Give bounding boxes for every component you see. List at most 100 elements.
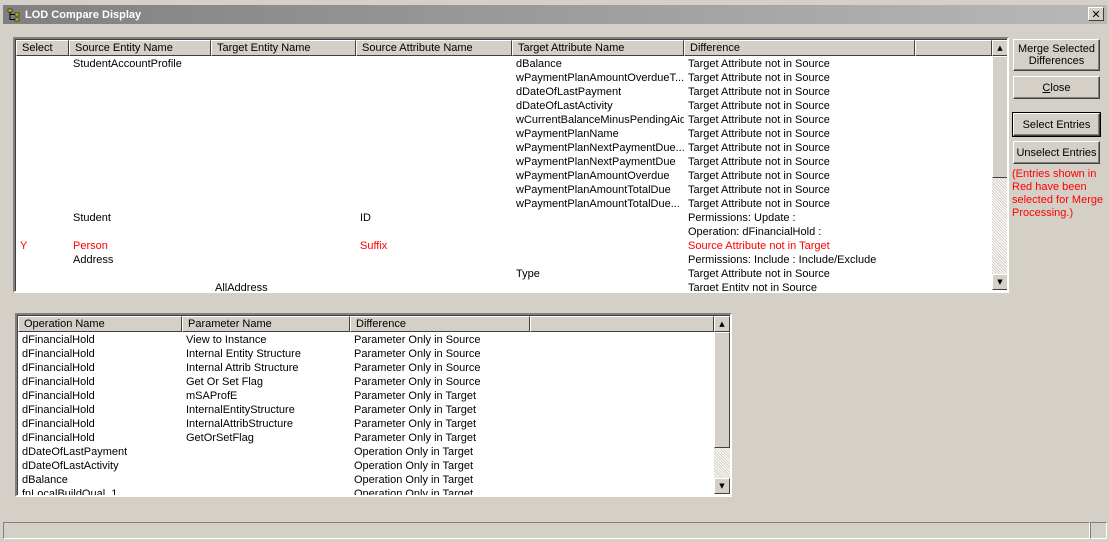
table-row[interactable]: fnLocalBuildQual_1 Operation Only in Targ… [18,487,530,497]
table-row[interactable]: StudentAccountProfile dBalance Target Attr… [16,57,915,71]
table-row[interactable]: dFinancialHold View to Instance Parameter … [18,333,530,347]
cell-difference: Permissions: Include : Include/Exclude [688,254,877,266]
window-title: LOD Compare Display [25,8,142,21]
cell-difference: Target Attribute not in Source [688,100,830,112]
table-row[interactable]: dFinancialHold InternalEntityStructure Par… [18,403,530,417]
column-header-parameter-name[interactable]: Parameter Name [182,316,350,332]
cell-target-entity [211,169,356,183]
cell-source-entity [69,85,211,99]
table-row[interactable]: dDateOfLastPayment Operation Only in Targ… [18,445,530,459]
table-row[interactable]: wPaymentPlanAmountOverdueT... Target Attr… [16,71,915,85]
cell-parameter-name: InternalEntityStructure [186,404,295,416]
column-header-op-empty[interactable] [530,316,714,332]
cell-op-difference: Operation Only in Target [354,446,474,458]
table-row[interactable]: wPaymentPlanAmountTotalDue Target Attribu… [16,183,915,197]
cell-target-attribute: dBalance [516,58,562,70]
table-row[interactable]: wPaymentPlanNextPaymentDue Target Attribu… [16,155,915,169]
operations-list-scrollbar[interactable]: ▲ ▼ [714,316,730,494]
table-row[interactable]: Type Target Attribute not in Source [16,267,915,281]
cell-op-difference: Parameter Only in Target [354,390,477,402]
table-row[interactable]: dFinancialHold mSAProfE Parameter Only in … [18,389,530,403]
merge-selected-differences-button[interactable]: Merge Selected Differences [1013,39,1100,71]
table-row[interactable]: dFinancialHold Internal Attrib Structure P… [18,361,530,375]
cell-operation-name: dDateOfLastActivity [22,460,119,472]
table-row[interactable]: dFinancialHold GetOrSetFlag Parameter Only… [18,431,530,445]
cell-parameter-name [182,459,350,473]
scroll-up-button[interactable]: ▲ [992,40,1007,56]
cell-target-entity [211,197,356,211]
differences-list-header: Select Source Entity Name Target Entity … [16,40,992,56]
column-header-difference[interactable]: Difference [684,40,915,56]
cell-source-entity: Student [73,212,111,224]
table-row[interactable]: dDateOfLastActivity Operation Only in Tar… [18,459,530,473]
operations-list-body: dFinancialHold View to Instance Parameter … [18,333,530,497]
cell-source-attribute [356,71,512,85]
cell-op-difference: Operation Only in Target [354,460,474,472]
select-entries-button[interactable]: Select Entries [1012,112,1101,137]
cell-op-difference: Operation Only in Target [354,474,474,486]
cell-target-entity [211,141,356,155]
scroll-thumb[interactable] [714,332,730,448]
column-header-operation-name[interactable]: Operation Name [18,316,182,332]
scroll-down-button[interactable]: ▼ [714,478,730,494]
column-header-op-difference[interactable]: Difference [350,316,530,332]
table-row[interactable]: wPaymentPlanNextPaymentDue... Target Attr… [16,141,915,155]
table-row[interactable]: wCurrentBalanceMinusPendingAid Target Att… [16,113,915,127]
cell-source-attribute [356,99,512,113]
column-header-empty[interactable] [915,40,992,56]
cell-source-attribute [356,281,512,291]
table-row[interactable]: dDateOfLastActivity Target Attribute not … [16,99,915,113]
cell-source-entity [69,113,211,127]
cell-difference: Target Attribute not in Source [688,170,830,182]
table-row[interactable]: Y Person Suffix Source Attribute not in Tar… [16,239,915,253]
table-row[interactable]: dFinancialHold InternalAttribStructure Par… [18,417,530,431]
cell-op-difference: Parameter Only in Source [354,334,481,346]
cell-op-difference: Parameter Only in Source [354,348,481,360]
column-header-select[interactable]: Select [16,40,69,56]
table-row[interactable]: dBalance Operation Only in Target [18,473,530,487]
table-row[interactable]: dDateOfLastPayment Target Attribute not i… [16,85,915,99]
table-row[interactable]: Student ID Permissions: Update : [16,211,915,225]
scroll-down-button[interactable]: ▼ [992,274,1007,290]
cell-op-difference: Operation Only in Target [354,488,474,497]
cell-operation-name: dDateOfLastPayment [22,446,128,458]
cell-target-attribute: wCurrentBalanceMinusPendingAid [516,114,684,126]
cell-target-attribute: Type [516,268,540,280]
cell-target-entity [211,225,356,239]
resize-grip[interactable] [1090,522,1107,539]
cell-target-attribute: wPaymentPlanAmountOverdueT... [516,72,684,84]
cell-target-attribute [512,239,684,253]
scroll-up-button[interactable]: ▲ [714,316,730,332]
table-row[interactable]: wPaymentPlanName Target Attribute not in … [16,127,915,141]
table-row[interactable]: Operation: dFinancialHold : [16,225,915,239]
column-header-target-entity[interactable]: Target Entity Name [211,40,356,56]
scroll-thumb[interactable] [992,56,1007,178]
table-row[interactable]: dFinancialHold Internal Entity Structure P… [18,347,530,361]
cell-select [16,253,69,267]
differences-list-scrollbar[interactable]: ▲ ▼ [992,40,1007,290]
status-bar [3,522,1090,539]
close-window-button[interactable]: ✕ [1088,7,1104,21]
table-row[interactable]: Address Permissions: Include : Include/Ex… [16,253,915,267]
cell-parameter-name: mSAProfE [186,390,238,402]
table-row[interactable]: wPaymentPlanAmountTotalDue... Target Attr… [16,197,915,211]
cell-select [16,141,69,155]
column-header-source-attribute[interactable]: Source Attribute Name [356,40,512,56]
column-header-target-attribute[interactable]: Target Attribute Name [512,40,684,56]
column-header-source-entity[interactable]: Source Entity Name [69,40,211,56]
differences-list[interactable]: Select Source Entity Name Target Entity … [13,37,1009,293]
cell-parameter-name [182,445,350,459]
cell-source-entity [69,127,211,141]
close-button[interactable]: Close [1013,76,1100,99]
cell-select [16,57,69,71]
cell-difference: Target Attribute not in Source [688,198,830,210]
table-row[interactable]: AllAddress Target Entity not in Source [16,281,915,291]
cell-source-attribute [356,197,512,211]
unselect-entries-button[interactable]: Unselect Entries [1013,141,1100,164]
table-row[interactable]: wPaymentPlanAmountOverdue Target Attribut… [16,169,915,183]
cell-target-attribute: wPaymentPlanNextPaymentDue [516,156,676,168]
cell-operation-name: dFinancialHold [22,348,95,360]
cell-select [16,225,69,239]
table-row[interactable]: dFinancialHold Get Or Set Flag Parameter O… [18,375,530,389]
operations-list[interactable]: Operation Name Parameter Name Difference… [15,313,732,497]
